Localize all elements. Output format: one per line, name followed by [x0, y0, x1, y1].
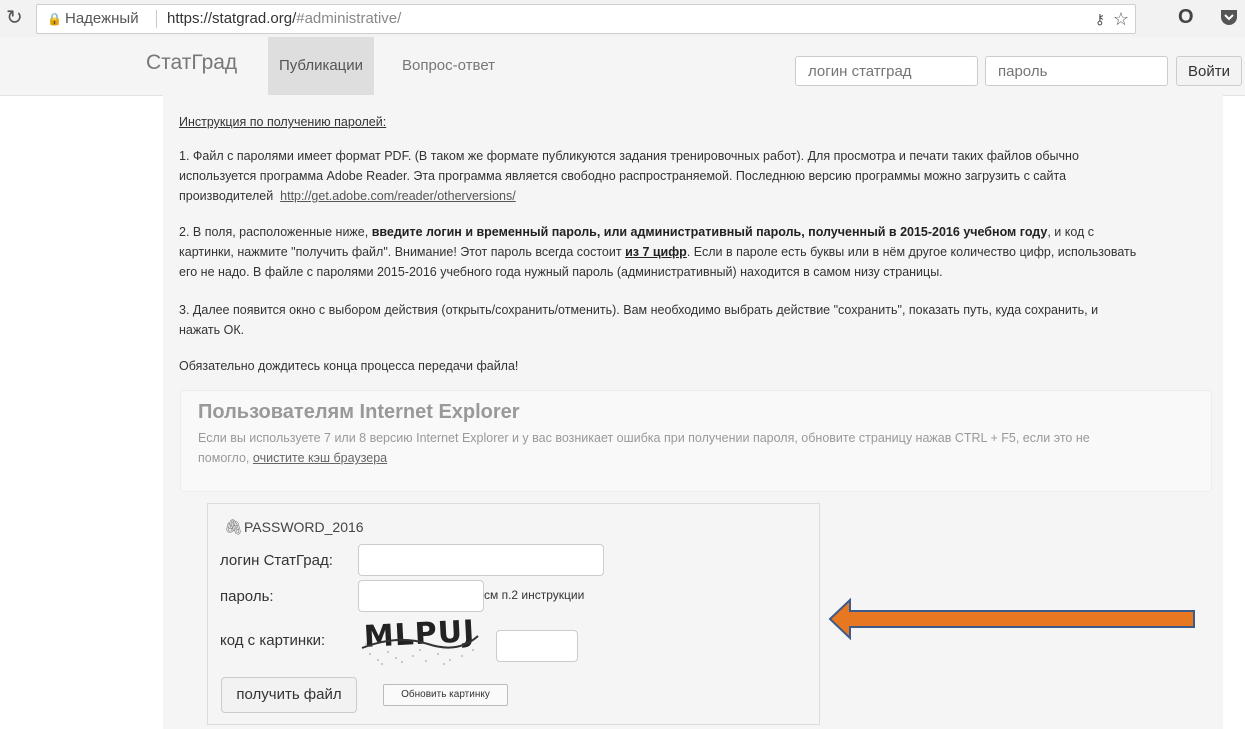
- file-name: PASSWORD_2016: [244, 519, 364, 535]
- step-1-text: производителей: [179, 189, 274, 203]
- step-2-bold: введите логин и временный пароль, или ад…: [371, 225, 1048, 239]
- login-label: логин СтатГрад:: [220, 552, 333, 569]
- opera-extension-icon[interactable]: O: [1178, 6, 1194, 28]
- url-text[interactable]: https://statgrad.org/#administrative/: [167, 5, 401, 33]
- pocket-extension-icon[interactable]: [1218, 6, 1240, 28]
- captcha-image: MLPUJ: [358, 614, 482, 668]
- step-2-line-1: 2. В поля, расположенные ниже, введите л…: [179, 222, 1224, 242]
- ie-notice-line-2: помогло, очистите кэш браузера: [198, 448, 1198, 468]
- step-2-line-2-a: картинки, нажмите "получить файл". Внима…: [179, 245, 626, 259]
- captcha-input[interactable]: [496, 630, 578, 662]
- step-1-line-2: используется программа Adobe Reader. Эта…: [179, 169, 1067, 183]
- paperclip-icon: 🖇: [224, 519, 244, 536]
- secure-label: Надежный: [65, 10, 139, 27]
- nav-item-faq[interactable]: Вопрос-ответ: [402, 37, 495, 95]
- instruction-step-2: 2. В поля, расположенные ниже, введите л…: [179, 222, 1224, 282]
- site-navbar: СтатГрад Публикации Вопрос-ответ Войти: [0, 37, 1245, 96]
- password-file-form: 🖇 PASSWORD_2016 логин СтатГрад: пароль: …: [207, 503, 820, 725]
- password-hint: см п.2 инструкции: [484, 588, 585, 602]
- nav-item-publications[interactable]: Публикации: [268, 37, 374, 95]
- step-2-line-2-bold: из 7 цифр: [625, 245, 687, 259]
- bookmark-star-icon[interactable]: ☆: [1113, 5, 1129, 33]
- captcha-label: код с картинки:: [220, 632, 326, 649]
- adobe-reader-link[interactable]: http://get.adobe.com/reader/otherversion…: [280, 189, 516, 203]
- step-1-line-1: 1. Файл с паролями имеет формат PDF. (В …: [179, 149, 1079, 163]
- url-main: https://statgrad.org/: [167, 10, 297, 27]
- step-3-line-1: 3. Далее появится окно с выбором действи…: [179, 303, 1099, 317]
- refresh-captcha-button[interactable]: Обновить картинку: [383, 684, 508, 706]
- divider: [156, 10, 157, 28]
- instruction-step-1: 1. Файл с паролями имеет формат PDF. (В …: [179, 146, 1224, 206]
- browser-toolbar: ↻ 🔒 Надежный https://statgrad.org/#admin…: [0, 0, 1245, 38]
- password-input[interactable]: [358, 580, 484, 612]
- login-input[interactable]: [358, 544, 604, 576]
- step-2-line-2: картинки, нажмите "получить файл". Внима…: [179, 242, 1224, 262]
- ie-notice: Пользователям Internet Explorer Если вы …: [180, 390, 1212, 492]
- navbar-login-input[interactable]: [795, 56, 978, 86]
- instruction-step-3: 3. Далее появится окно с выбором действи…: [179, 300, 1224, 340]
- reload-icon[interactable]: ↻: [6, 8, 23, 28]
- login-button[interactable]: Войти: [1176, 56, 1242, 86]
- captcha-text: MLPUJ: [363, 614, 476, 655]
- ie-notice-title: Пользователям Internet Explorer: [198, 401, 520, 423]
- ie-notice-line-1: Если вы используете 7 или 8 версию Inter…: [198, 431, 1090, 445]
- navbar-password-input[interactable]: [985, 56, 1168, 86]
- ie-notice-text-2: помогло,: [198, 451, 253, 465]
- step-2-text-b: , и код с: [1047, 225, 1095, 239]
- ie-notice-text: Если вы используете 7 или 8 версию Inter…: [198, 428, 1198, 468]
- instruction-step-4: Обязательно дождитесь конца процесса пер…: [179, 359, 519, 373]
- step-2-line-3: его не надо. В файле с паролями 2015-201…: [179, 265, 943, 279]
- lock-icon: 🔒: [47, 12, 62, 26]
- get-file-button[interactable]: получить файл: [221, 677, 357, 713]
- address-bar[interactable]: 🔒 Надежный https://statgrad.org/#adminis…: [36, 4, 1136, 34]
- password-label: пароль:: [220, 588, 274, 605]
- step-2-line-2-b: . Если в пароле есть буквы или в нём дру…: [686, 245, 1137, 259]
- instructions-heading: Инструкция по получению паролей:: [179, 115, 387, 129]
- clear-cache-link[interactable]: очистите кэш браузера: [253, 451, 387, 465]
- step-1-line-3: производителей http://get.adobe.com/read…: [179, 186, 1224, 206]
- url-tail: #administrative/: [296, 10, 402, 27]
- annotation-arrow: [828, 597, 1195, 641]
- step-3-line-2: нажать ОК.: [179, 323, 245, 337]
- key-icon[interactable]: ⚷: [1095, 5, 1105, 33]
- step-2-text-a: 2. В поля, расположенные ниже,: [179, 225, 372, 239]
- site-brand[interactable]: СтатГрад: [146, 51, 237, 75]
